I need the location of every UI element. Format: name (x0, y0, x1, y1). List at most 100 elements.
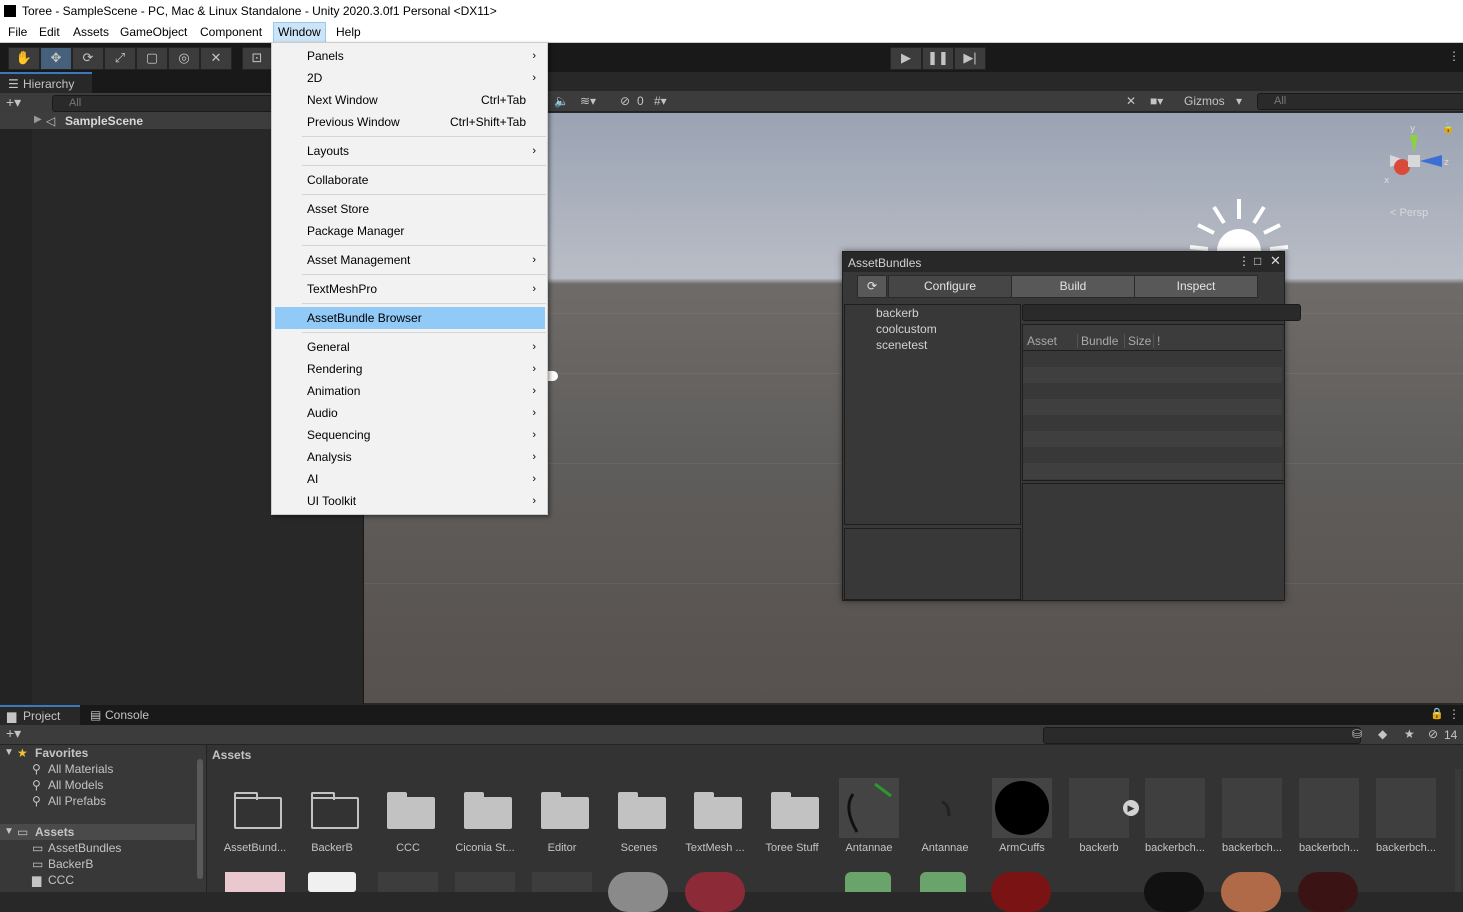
expand-arrow-icon[interactable]: ▶ (34, 114, 42, 125)
menu-item-package-manager[interactable]: Package Manager (273, 220, 546, 242)
hand-tool-icon[interactable]: ✋ (8, 47, 40, 70)
menu-assets[interactable]: Assets (69, 22, 113, 42)
breadcrumb[interactable]: Assets (212, 748, 251, 762)
tree-item[interactable]: BackerB (48, 856, 93, 872)
document-thumbnail[interactable] (308, 872, 356, 892)
lock-icon[interactable]: 🔒 (1442, 123, 1454, 134)
refresh-icon[interactable]: ⟳ (857, 275, 887, 298)
menu-item-ai[interactable]: AI › (273, 468, 546, 490)
create-asset-icon[interactable]: +▾ (6, 725, 21, 742)
play-button[interactable]: ▶ (890, 47, 922, 70)
menu-item-textmeshpro[interactable]: TextMeshPro › (273, 278, 546, 300)
transform-tool-icon[interactable]: ◎ (168, 47, 200, 70)
menu-item-analysis[interactable]: Analysis › (273, 446, 546, 468)
col-warning[interactable]: ! (1153, 334, 1160, 348)
window-menu-icon[interactable]: ⋮ (1238, 254, 1250, 268)
rotate-tool-icon[interactable]: ⟳ (72, 47, 104, 70)
add-object-icon[interactable]: +▾ (6, 94, 21, 111)
menu-component[interactable]: Component (196, 22, 266, 42)
blank-thumbnail[interactable] (378, 872, 438, 892)
script-thumbnail[interactable] (845, 872, 891, 892)
list-item[interactable]: scenetest (876, 338, 927, 352)
scale-tool-icon[interactable]: ⤢ (104, 47, 136, 70)
assets-root-row[interactable]: ▼ ▭ Assets (0, 824, 195, 840)
maximize-icon[interactable]: □ (1254, 254, 1261, 268)
menu-item-layouts[interactable]: Layouts › (273, 140, 546, 162)
tab-build[interactable]: Build (1011, 275, 1135, 298)
more-options-icon[interactable]: ⋮ (1448, 707, 1460, 721)
pause-button[interactable]: ❚❚ (922, 47, 954, 70)
menu-help[interactable]: Help (332, 22, 365, 42)
menu-item-animation[interactable]: Animation › (273, 380, 546, 402)
col-bundle[interactable]: Bundle (1077, 334, 1118, 348)
menu-item-next-window[interactable]: Next Window Ctrl+Tab (273, 89, 546, 111)
material-sphere-thumbnail[interactable] (685, 872, 745, 912)
favorites-label[interactable]: Favorites (35, 745, 88, 761)
pivot-toggle-icon[interactable]: ⊡ (242, 47, 272, 70)
menu-item-collaborate[interactable]: Collaborate (273, 169, 546, 191)
close-icon[interactable]: ✕ (1270, 253, 1281, 269)
move-tool-icon[interactable]: ✥ (40, 47, 72, 70)
expand-arrow-icon[interactable]: ▼ (4, 824, 14, 840)
filter-type-icon[interactable]: ⛁ (1352, 727, 1362, 741)
tab-inspect[interactable]: Inspect (1134, 275, 1258, 298)
menu-window[interactable]: Window (273, 22, 326, 44)
blank-thumbnail[interactable] (455, 872, 515, 892)
grid-toggle-icon[interactable]: #▾ (654, 94, 667, 108)
audio-toggle-icon[interactable]: 🔈 (554, 94, 569, 108)
menu-item-asset-store[interactable]: Asset Store (273, 198, 546, 220)
scene-search-input[interactable]: All (1257, 93, 1463, 110)
effects-toggle-icon[interactable]: ≋▾ (580, 94, 596, 108)
tab-project[interactable]: ▆ Project (0, 705, 80, 726)
script-thumbnail[interactable] (920, 872, 966, 892)
material-sphere-thumbnail[interactable] (608, 872, 668, 912)
menu-item-asset-management[interactable]: Asset Management › (273, 249, 546, 271)
menu-item-general[interactable]: General › (273, 336, 546, 358)
hidden-objects-icon[interactable]: ⊘ (620, 94, 630, 108)
material-sphere-thumbnail[interactable] (1144, 872, 1204, 912)
grid-scrollbar[interactable] (1455, 769, 1461, 892)
menu-item-audio[interactable]: Audio › (273, 402, 546, 424)
more-options-icon[interactable]: ⋮ (1448, 49, 1460, 63)
rect-tool-icon[interactable]: ▢ (136, 47, 168, 70)
menu-item-rendering[interactable]: Rendering › (273, 358, 546, 380)
tools-icon[interactable]: ✕ (1126, 94, 1136, 108)
texture-thumbnail[interactable] (225, 872, 285, 892)
tree-item[interactable]: All Models (48, 777, 103, 793)
menu-file[interactable]: File (4, 22, 31, 42)
head-thumbnail[interactable] (1221, 872, 1281, 912)
tree-item[interactable]: CCC (48, 872, 74, 888)
menu-item-panels[interactable]: Panels › (273, 45, 546, 67)
tree-item[interactable]: All Prefabs (48, 793, 106, 809)
list-item[interactable]: backerb (876, 306, 919, 320)
material-sphere-thumbnail[interactable] (991, 872, 1051, 912)
tab-hierarchy[interactable]: ☰ Hierarchy (0, 72, 92, 95)
lock-icon[interactable]: 🔒 (1430, 707, 1444, 720)
menu-item-sequencing[interactable]: Sequencing › (273, 424, 546, 446)
gizmos-arrow-icon[interactable]: ▾ (1236, 94, 1242, 108)
blank-thumbnail[interactable] (532, 872, 592, 892)
persp-label[interactable]: < Persp (1390, 207, 1428, 219)
hidden-packages-icon[interactable]: ⊘ (1428, 727, 1438, 741)
project-search-input[interactable] (1043, 727, 1361, 744)
tab-configure[interactable]: Configure (888, 275, 1012, 298)
filter-label-icon[interactable]: ◆ (1378, 727, 1387, 741)
menu-item-ui-toolkit[interactable]: UI Toolkit › (273, 490, 546, 512)
gizmos-dropdown[interactable]: Gizmos (1184, 94, 1225, 108)
head-thumbnail[interactable] (1298, 872, 1358, 912)
col-size[interactable]: Size (1124, 334, 1151, 348)
bundle-search-input[interactable] (1022, 304, 1301, 321)
menu-item-2d[interactable]: 2D › (273, 67, 546, 89)
custom-tool-icon[interactable]: ✕ (200, 47, 232, 70)
expand-arrow-icon[interactable]: ▼ (4, 745, 14, 761)
col-asset[interactable]: Asset (1027, 334, 1057, 348)
tab-console[interactable]: ▤ Console (80, 705, 160, 726)
camera-icon[interactable]: ■▾ (1150, 94, 1163, 108)
menu-gameobject[interactable]: GameObject (116, 22, 191, 42)
menu-edit[interactable]: Edit (35, 22, 64, 42)
favorite-star-icon[interactable]: ★ (1404, 727, 1415, 741)
list-item[interactable]: coolcustom (876, 322, 937, 336)
tree-scrollbar[interactable] (197, 759, 203, 879)
tree-item[interactable]: All Materials (48, 761, 113, 777)
menu-item-assetbundle-browser[interactable]: AssetBundle Browser (275, 307, 545, 329)
